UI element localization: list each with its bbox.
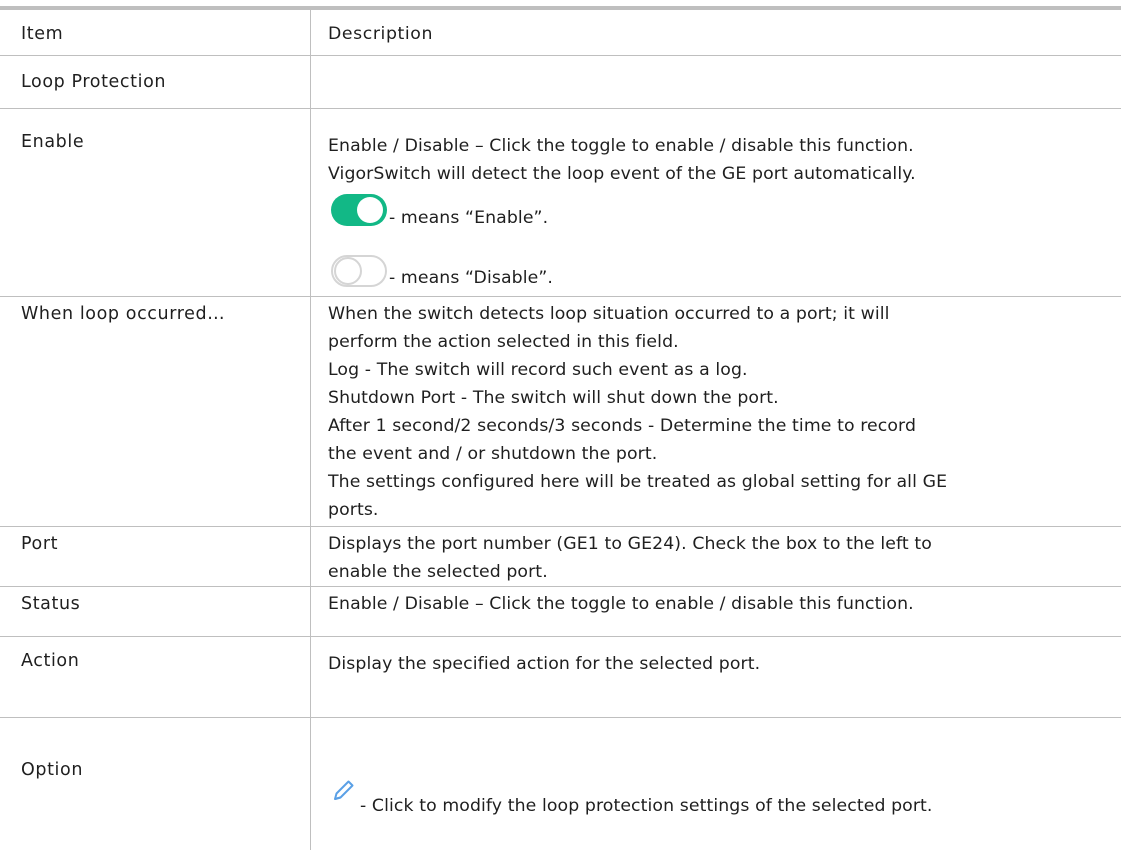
row-port-desc: Displays the port number (GE1 to GE24). … [328,530,932,586]
divider [0,586,1121,587]
row-option-item: Option [21,760,84,780]
desc-line: the event and / or shutdown the port. [328,444,658,464]
desc-line: After 1 second/2 seconds/3 seconds - Det… [328,416,917,436]
desc-line: Enable / Disable – Click the toggle to e… [328,136,914,156]
row-action-item: Action [21,651,80,671]
desc-line: Enable / Disable – Click the toggle to e… [328,594,914,614]
desc-line: Shutdown Port - The switch will shut dow… [328,388,779,408]
pencil-icon [334,780,354,800]
row-when-loop-desc: When the switch detects loop situation o… [328,300,947,524]
desc-line: enable the selected port. [328,562,548,582]
toggle-off-icon [331,255,387,287]
desc-line: When the switch detects loop situation o… [328,304,890,324]
section-title: Loop Protection [21,72,167,92]
row-when-loop-item: When loop occurred… [21,304,226,324]
header-description: Description [328,24,434,44]
desc-line: The settings configured here will be tre… [328,472,948,492]
desc-line: - Click to modify the loop protection se… [360,796,933,816]
row-option-desc: - Click to modify the loop protection se… [360,792,933,820]
row-action-desc: Display the specified action for the sel… [328,650,760,678]
row-enable-item: Enable [21,132,85,152]
toggle-on-icon [331,194,387,226]
description-table: Item Description Loop Protection Enable … [0,0,1121,850]
divider [0,55,1121,56]
divider [0,636,1121,637]
desc-line: VigorSwitch will detect the loop event o… [328,164,916,184]
divider [0,526,1121,527]
row-port-item: Port [21,534,59,554]
desc-line: Display the specified action for the sel… [328,654,761,674]
divider [0,108,1121,109]
toggle-off-label: - means “Disable”. [389,268,554,288]
desc-line: perform the action selected in this fiel… [328,332,679,352]
desc-line: ports. [328,500,379,520]
table-top-rule [0,6,1121,10]
divider [0,296,1121,297]
row-enable-desc: Enable / Disable – Click the toggle to e… [328,132,916,188]
row-status-item: Status [21,594,81,614]
header-item: Item [21,24,64,44]
desc-line: Displays the port number (GE1 to GE24). … [328,534,932,554]
desc-line: Log - The switch will record such event … [328,360,748,380]
column-divider [310,10,311,850]
row-status-desc: Enable / Disable – Click the toggle to e… [328,590,914,618]
toggle-on-label: - means “Enable”. [389,208,549,228]
divider [0,717,1121,718]
